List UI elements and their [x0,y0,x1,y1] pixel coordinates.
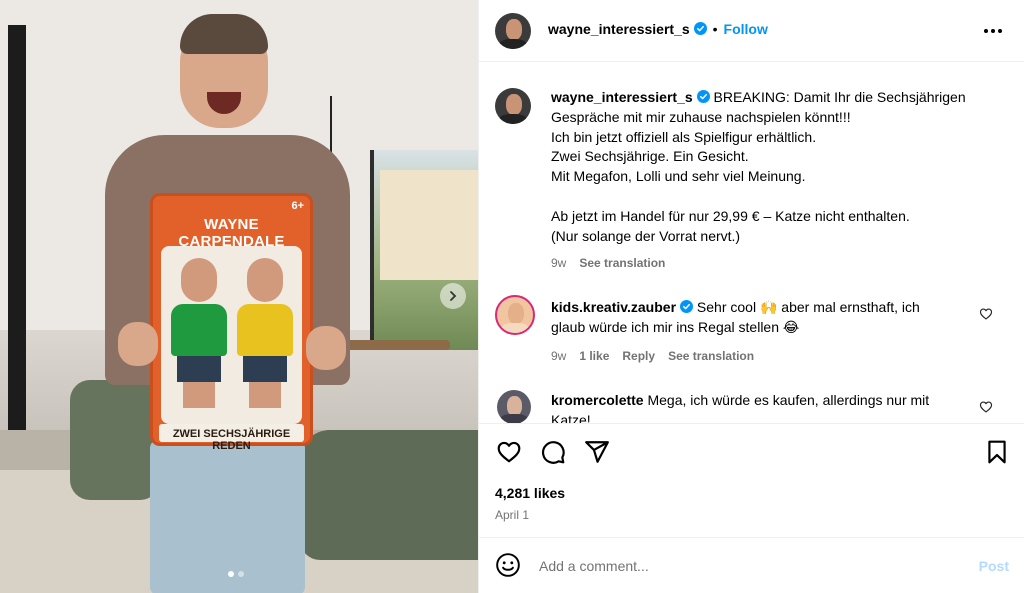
comment-username[interactable]: kromercolette [551,392,644,408]
caption-line-4: Zwei Sechsjährige. Ein Gesicht. [551,148,749,165]
caption-text: wayne_interessiert_s BREAKING: Damit Ihr… [551,88,981,246]
comment-likes[interactable]: 1 like [579,349,609,363]
comment-input[interactable] [539,552,959,580]
caption-line-1: BREAKING: Damit Ihr die Sechsjährigen [713,89,966,105]
comment-text: kids.kreativ.zauber Sehr cool 🙌 aber mal… [551,298,981,338]
commenter-avatar[interactable] [495,295,535,335]
post-comment-button[interactable]: Post [979,558,1009,574]
caption-username[interactable]: wayne_interessiert_s [551,89,693,105]
comment-like-icon[interactable] [979,400,993,414]
more-options-icon[interactable] [981,19,1005,43]
comment-icon[interactable] [540,439,566,465]
carousel-indicator [228,571,244,577]
caption-line-5: Mit Megafon, Lolli und sehr viel Meinung… [551,168,806,185]
comment-username[interactable]: kids.kreativ.zauber [551,299,676,315]
heart-icon[interactable] [496,439,522,465]
commenter-avatar[interactable] [497,390,531,423]
post-actions: 4,281 likes April 1 [479,423,1024,533]
caption-age: 9w [551,256,567,270]
comment-reply-button[interactable]: Reply [622,349,655,363]
photo-right-hand [306,326,346,370]
post-media[interactable]: 6+ WAYNE CARPENDALE ZWEI SECHSJÄHRIGE RE… [0,0,478,593]
verified-badge-icon [696,90,710,103]
author-username[interactable]: wayne_interessiert_s [548,21,690,37]
toy-title: WAYNE CARPENDALE [178,216,285,250]
toy-figure-green [169,258,229,413]
carousel-next-button[interactable] [440,283,466,309]
photo-left-hand [118,322,158,366]
comments-list[interactable]: wayne_interessiert_s BREAKING: Damit Ihr… [479,63,1024,423]
caption-avatar[interactable] [495,88,531,124]
follow-button[interactable]: Follow [724,21,768,37]
likes-count[interactable]: 4,281 likes [495,485,565,501]
toy-window [161,246,302,424]
toy-figure-yellow [235,258,295,413]
author-avatar[interactable] [495,13,531,49]
verified-badge-icon [680,300,694,313]
caption-see-translation[interactable]: See translation [579,256,665,270]
comment-line-2: glaub würde ich mir ins Regal stellen 😂 [551,318,800,335]
comment-see-translation[interactable]: See translation [668,349,754,363]
bookmark-icon[interactable] [984,439,1010,465]
emoji-icon[interactable] [495,552,521,578]
caption-line-2: Gespräche mit mir zuhause nachspielen kö… [551,108,851,125]
comment-line-2: Katze! [551,411,591,423]
carousel-dot [238,571,244,577]
toy-age-label: 6+ [291,200,304,212]
comment-age: 9w [551,349,567,363]
post-header: wayne_interessiert_s • Follow [479,0,1024,62]
send-icon[interactable] [584,439,610,465]
photo-pole [8,25,26,445]
comment-text: kromercolette Mega, ich würde es kaufen,… [551,391,981,423]
header-user-row: wayne_interessiert_s • Follow [548,21,768,39]
comment-like-icon[interactable] [979,307,993,321]
comment-line-1: Mega, ich würde es kaufen, allerdings nu… [647,392,930,408]
post-panel: wayne_interessiert_s • Follow wayne_intere… [478,0,1024,593]
caption-meta: 9w See translation [551,256,665,270]
add-comment-bar: Post [479,537,1024,593]
caption-line-7: Ab jetzt im Handel für nur 29,99 € – Kat… [551,207,910,224]
toy-package: 6+ WAYNE CARPENDALE ZWEI SECHSJÄHRIGE RE… [150,193,313,452]
comment-line-1: Sehr cool 🙌 aber mal ernsthaft, ich [696,299,920,315]
comment-meta: 9w 1 like Reply See translation [551,349,754,363]
toy-subtitle: ZWEI SECHSJÄHRIGE REDEN [172,428,291,452]
caption-line-3: Ich bin jetzt offiziell als Spielfigur e… [551,128,817,145]
post-date: April 1 [495,508,530,522]
verified-badge-icon [693,22,707,35]
carousel-dot-active [228,571,234,577]
caption-line-8: (Nur solange der Vorrat nervt.) [551,227,741,244]
chevron-right-icon [450,291,457,301]
photo-window [370,150,478,350]
header-separator: • [712,21,718,37]
